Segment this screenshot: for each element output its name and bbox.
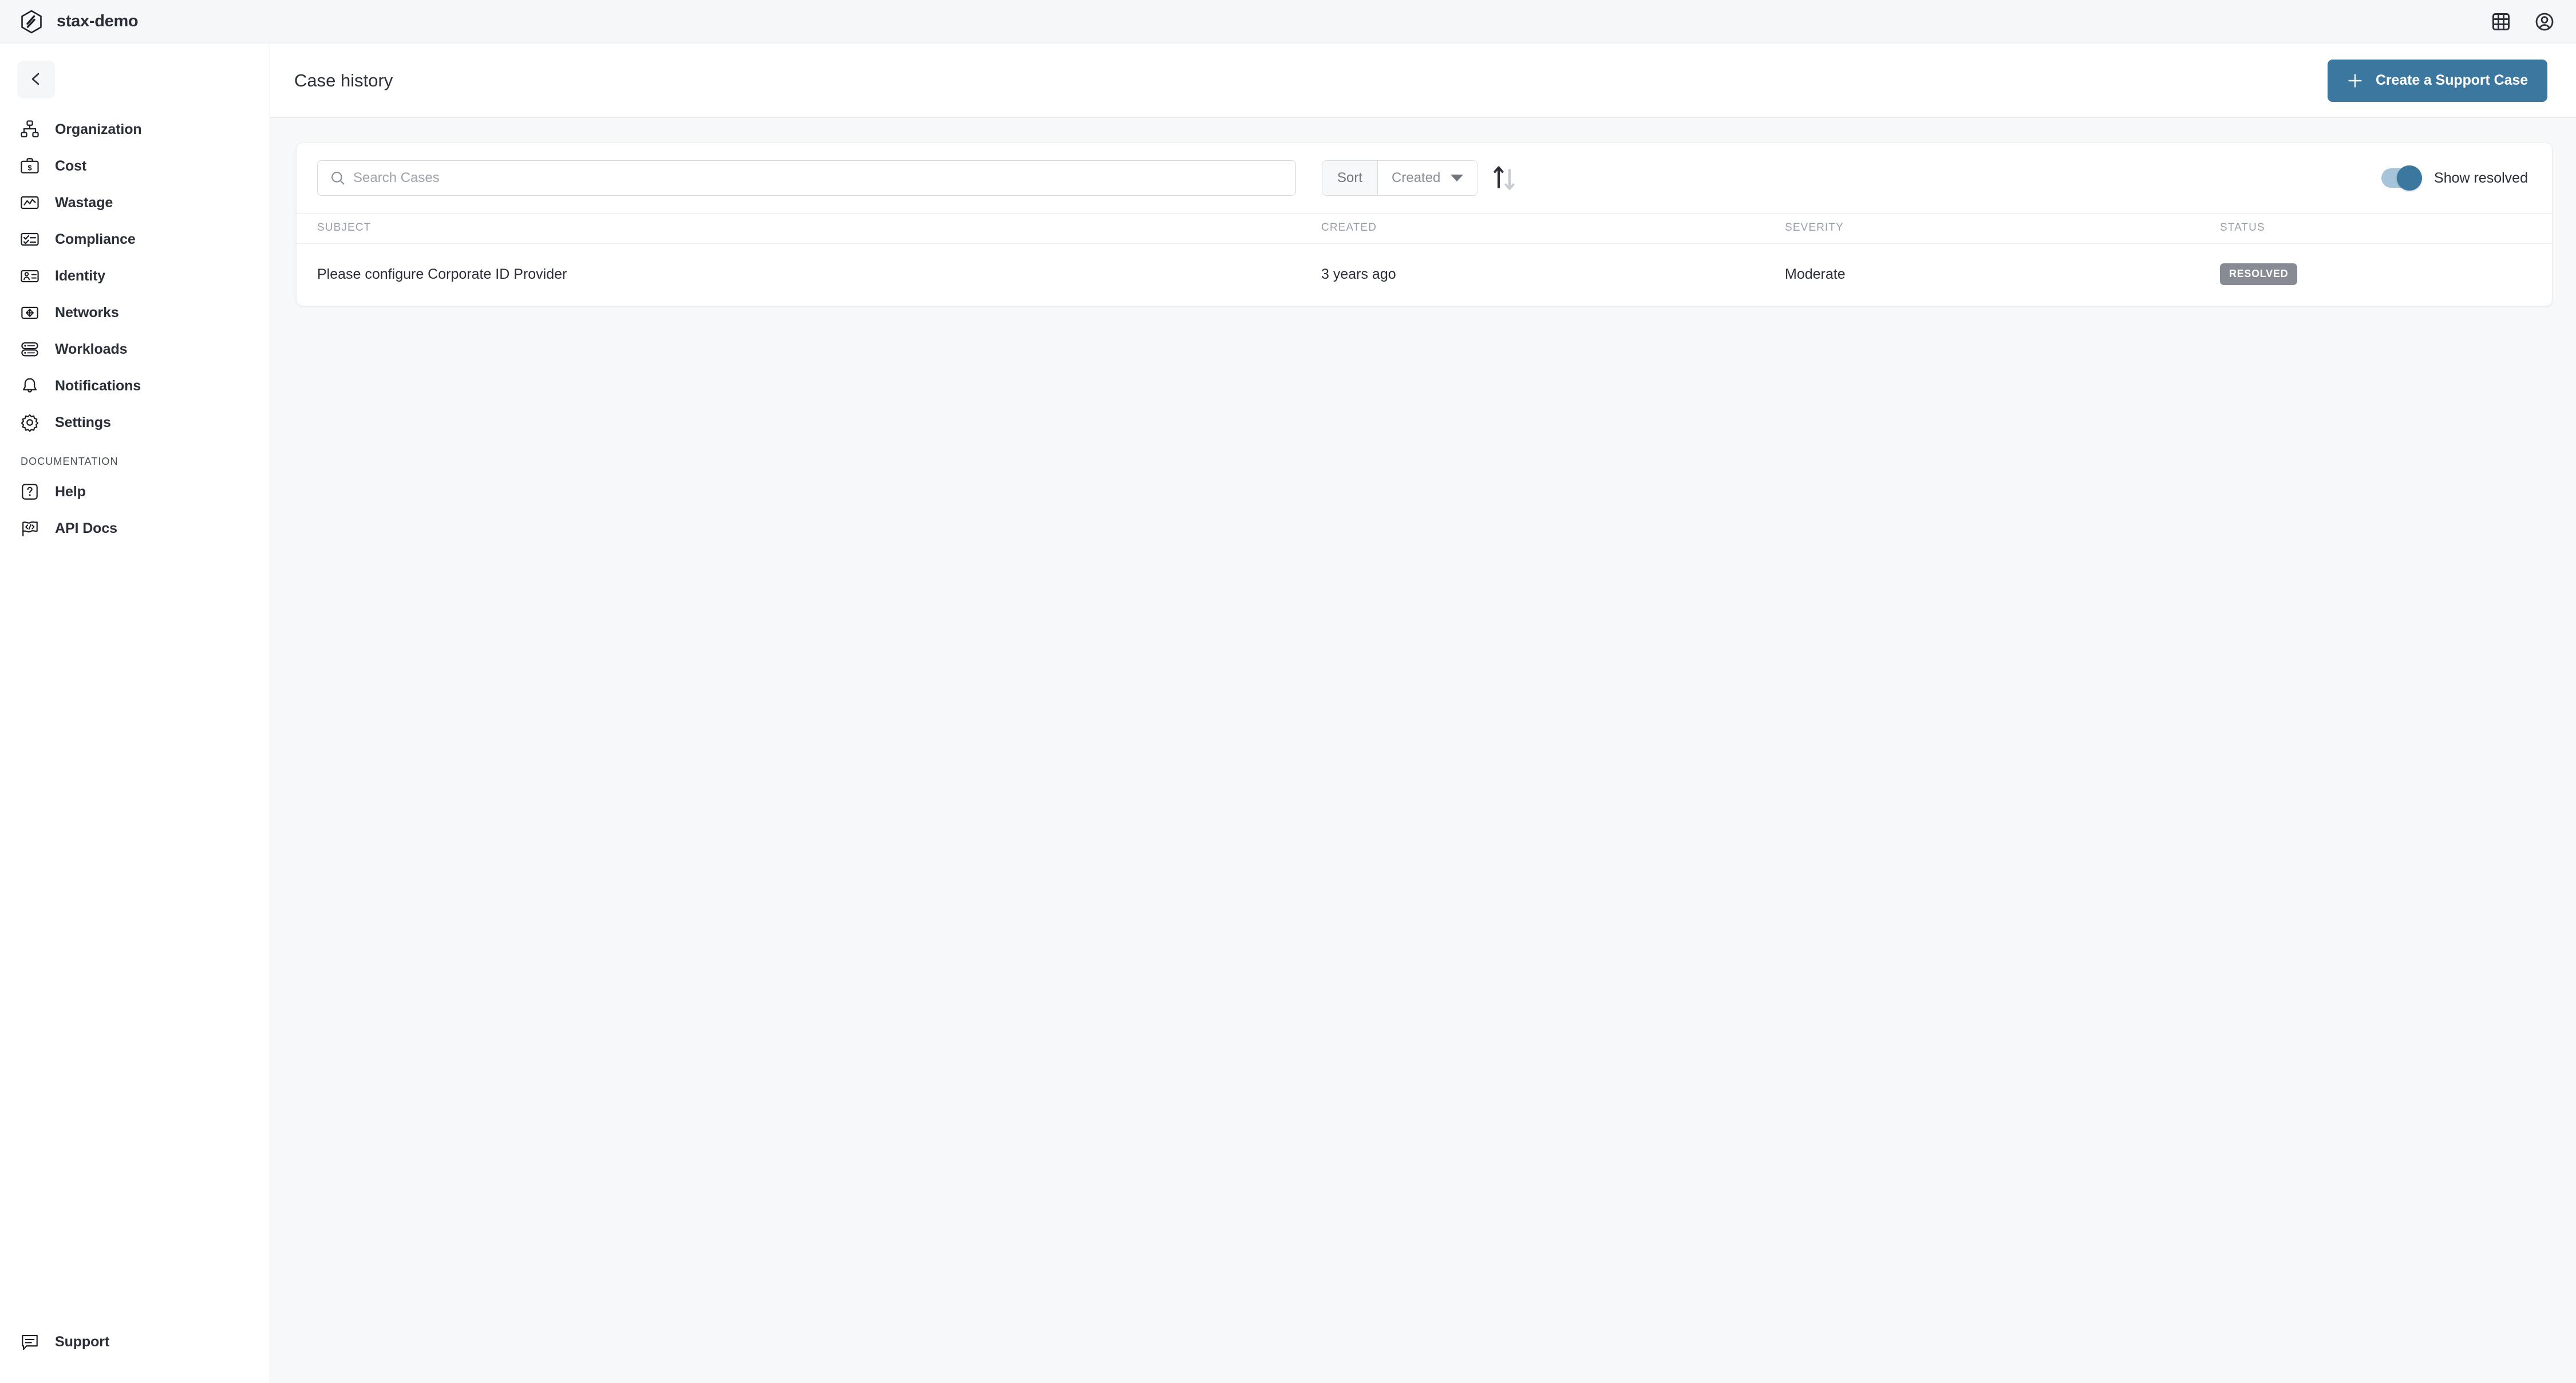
table-row[interactable]: Please configure Corporate ID Provider 3… [297, 244, 2552, 306]
id-card-icon [17, 263, 42, 289]
checklist-icon [17, 227, 42, 252]
cell-subject: Please configure Corporate ID Provider [317, 266, 567, 282]
create-support-case-label: Create a Support Case [2375, 72, 2528, 88]
sidebar-item-wastage[interactable]: Wastage [0, 184, 270, 221]
table-head: SUBJECT CREATED SEVERITY STATUS [297, 213, 2552, 244]
sidebar-item-workloads[interactable]: Workloads [0, 331, 270, 368]
sidebar-item-compliance[interactable]: Compliance [0, 221, 270, 258]
sidebar-item-label: Workloads [55, 341, 128, 357]
table-header-row: SUBJECT CREATED SEVERITY STATUS [297, 213, 2552, 244]
page-title: Case history [294, 70, 393, 90]
server-stack-icon [17, 337, 42, 362]
plus-icon [2347, 73, 2363, 89]
cell-created: 3 years ago [1321, 266, 1396, 282]
sidebar-item-label: Identity [55, 267, 106, 284]
sidebar-item-label: Cost [55, 157, 87, 174]
cases-table: SUBJECT CREATED SEVERITY STATUS Please c… [297, 213, 2552, 306]
sidebar-item-label: Networks [55, 304, 119, 321]
sidebar-item-cost[interactable]: $ Cost [0, 148, 270, 184]
sidebar-item-label: Organization [55, 121, 142, 137]
cases-toolbar: Sort Created [297, 143, 2552, 213]
column-header-status[interactable]: STATUS [2220, 213, 2552, 244]
sidebar-item-identity[interactable]: Identity [0, 258, 270, 294]
sidebar-item-label: API Docs [55, 520, 117, 536]
search-input[interactable] [317, 160, 1296, 196]
sort-ascending-arrows-icon [1491, 162, 1518, 195]
search-field [317, 160, 1296, 196]
sidebar-item-support[interactable]: Support [0, 1323, 270, 1360]
column-header-created[interactable]: CREATED [1321, 213, 1785, 244]
svg-text:$: $ [27, 163, 31, 172]
sidebar-item-label: Notifications [55, 377, 141, 394]
sort-direction-toggle[interactable] [1491, 163, 1518, 193]
sidebar-section-documentation: DOCUMENTATION [21, 456, 118, 467]
brand[interactable]: stax-demo [0, 9, 139, 34]
sort-field-dropdown[interactable]: Created [1378, 161, 1477, 195]
sidebar-item-label: Help [55, 483, 86, 500]
sort-field-value: Created [1392, 170, 1441, 185]
sidebar-collapse-button[interactable] [17, 61, 55, 98]
page-header: Case history Create a Support Case [270, 44, 2576, 118]
sort-label: Sort [1322, 161, 1378, 195]
sidebar-item-help[interactable]: Help [0, 473, 270, 510]
cell-status: RESOLVED [2220, 244, 2552, 306]
gear-icon [17, 410, 42, 435]
column-header-subject[interactable]: SUBJECT [297, 213, 1321, 244]
grid-apps-icon[interactable] [2491, 12, 2511, 31]
show-resolved-label: Show resolved [2434, 169, 2528, 186]
topbar-actions [2491, 12, 2576, 31]
user-account-circle-icon[interactable] [2535, 12, 2554, 31]
main-content: Case history Create a Support Case Searc… [270, 44, 2576, 1383]
sidebar-item-api-docs[interactable]: API Docs [0, 510, 270, 547]
arrows-expand-icon [17, 300, 42, 325]
status-badge: RESOLVED [2220, 263, 2298, 285]
brand-name: stax-demo [57, 12, 139, 30]
briefcase-dollar-icon: $ [17, 153, 42, 179]
sidebar-nav: Organization $ Cost Wastage Compliance I… [0, 111, 270, 547]
show-resolved-toggle[interactable] [2381, 165, 2423, 191]
flag-code-icon [17, 516, 42, 541]
top-bar: stax-demo [0, 0, 2576, 44]
chart-line-icon [17, 190, 42, 215]
create-support-case-button[interactable]: Create a Support Case [2327, 59, 2547, 102]
sidebar-item-settings[interactable]: Settings [0, 404, 270, 441]
table-body: Please configure Corporate ID Provider 3… [297, 244, 2552, 306]
show-resolved-control: Show resolved [2381, 165, 2531, 191]
cell-severity: Moderate [1785, 266, 1846, 282]
sidebar-item-label: Settings [55, 414, 111, 430]
chevron-left-icon [28, 71, 44, 89]
sidebar-item-label: Support [55, 1333, 110, 1350]
sidebar-item-networks[interactable]: Networks [0, 294, 270, 331]
sidebar-item-organization[interactable]: Organization [0, 111, 270, 148]
sidebar-item-label: Compliance [55, 231, 136, 247]
org-chart-icon [17, 117, 42, 142]
question-square-icon [17, 479, 42, 504]
toggle-knob [2397, 165, 2423, 191]
hexagon-stax-logo-icon [19, 9, 44, 34]
column-header-severity[interactable]: SEVERITY [1785, 213, 2220, 244]
chat-bubble-icon [17, 1329, 42, 1354]
sidebar-footer: Support [0, 1323, 270, 1383]
bell-icon [17, 373, 42, 398]
chevron-down-icon [1451, 175, 1464, 181]
sidebar-item-notifications[interactable]: Notifications [0, 368, 270, 404]
sidebar: Organization $ Cost Wastage Compliance I… [0, 44, 270, 1383]
case-history-card: Sort Created [297, 143, 2552, 306]
sidebar-item-label: Wastage [55, 194, 113, 211]
sort-control-group: Sort Created [1322, 160, 1478, 196]
